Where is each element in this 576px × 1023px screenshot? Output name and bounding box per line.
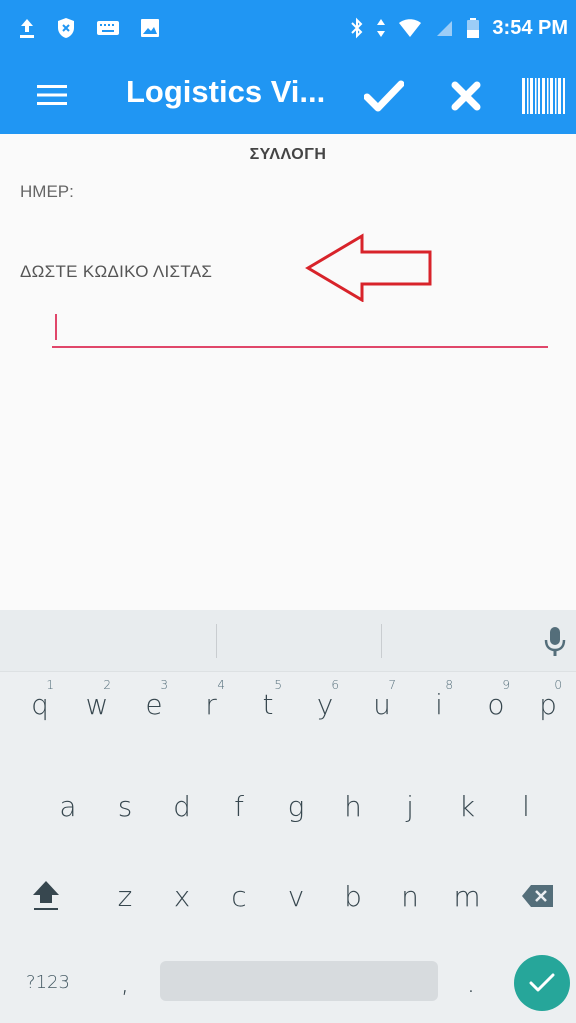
suggestion-slot[interactable] xyxy=(217,610,381,672)
space-bar[interactable] xyxy=(160,961,438,1001)
key-m[interactable]: m xyxy=(441,864,493,928)
key-g[interactable]: g xyxy=(270,774,322,838)
enter-button[interactable] xyxy=(514,955,570,1011)
input-underline xyxy=(52,346,548,348)
key-hint: 8 xyxy=(445,678,453,692)
key-v[interactable]: v xyxy=(270,864,322,928)
key-c[interactable]: c xyxy=(213,864,265,928)
key-t[interactable]: 5t xyxy=(242,672,294,736)
key-label: u xyxy=(373,687,391,721)
key-k[interactable]: k xyxy=(441,774,493,838)
key-y[interactable]: 6y xyxy=(299,672,351,736)
microphone-icon[interactable] xyxy=(542,626,568,658)
key-hint: 9 xyxy=(502,678,510,692)
backspace-key[interactable] xyxy=(512,864,564,928)
key-hint: 2 xyxy=(103,678,111,692)
key-j[interactable]: j xyxy=(384,774,436,838)
list-code-input[interactable] xyxy=(52,310,548,348)
key-label: r xyxy=(205,687,217,721)
suggestion-slot[interactable] xyxy=(382,610,532,672)
key-z[interactable]: z xyxy=(99,864,151,928)
key-e[interactable]: 3e xyxy=(128,672,180,736)
key-hint: 4 xyxy=(217,678,225,692)
key-o[interactable]: 9o xyxy=(470,672,522,736)
shift-key[interactable] xyxy=(20,864,72,928)
key-f[interactable]: f xyxy=(213,774,265,838)
annotation-arrow-icon xyxy=(305,233,432,302)
key-h[interactable]: h xyxy=(327,774,379,838)
form-area: ΣΥΛΛΟΓΗ ΗΜΕΡ: ΔΩΣΤΕ ΚΩΔΙΚΟ ΛΙΣΤΑΣ xyxy=(0,134,576,610)
key-label: e xyxy=(145,687,163,721)
shield-icon xyxy=(56,17,76,39)
no-sim-icon xyxy=(434,18,454,38)
key-hint: 6 xyxy=(331,678,339,692)
key-b[interactable]: b xyxy=(327,864,379,928)
key-label: q xyxy=(31,687,49,721)
wifi-icon xyxy=(398,18,422,38)
key-hint: 0 xyxy=(554,678,562,692)
key-w[interactable]: 2w xyxy=(71,672,123,736)
key-l[interactable]: l xyxy=(500,774,552,838)
key-a[interactable]: a xyxy=(42,774,94,838)
menu-icon xyxy=(37,85,67,105)
barcode-icon xyxy=(522,78,565,114)
soft-keyboard: 1q 2w 3e 4r 5t 6y 7u 8i 9o 0p a s d f g … xyxy=(0,610,576,1023)
upload-icon xyxy=(18,17,36,39)
key-label: t xyxy=(262,687,274,721)
keyboard-icon xyxy=(96,19,120,37)
date-label: ΗΜΕΡ: xyxy=(20,182,74,201)
cancel-button[interactable] xyxy=(442,76,490,116)
comma-key[interactable]: , xyxy=(100,950,150,1014)
close-icon xyxy=(451,81,481,111)
period-key[interactable]: . xyxy=(446,950,496,1014)
symbols-key[interactable]: ?123 xyxy=(16,950,80,1014)
text-cursor xyxy=(55,314,57,340)
backspace-icon xyxy=(522,885,553,907)
key-label: i xyxy=(435,687,443,721)
key-label: y xyxy=(316,687,334,721)
check-icon xyxy=(364,80,404,112)
list-code-label: ΔΩΣΤΕ ΚΩΔΙΚΟ ΛΙΣΤΑΣ xyxy=(20,262,213,281)
list-code-field[interactable] xyxy=(52,310,548,348)
key-label: o xyxy=(487,687,505,721)
key-hint: 5 xyxy=(274,678,282,692)
status-time: 3:54 PM xyxy=(492,16,568,39)
key-hint: 1 xyxy=(46,678,54,692)
app-toolbar: Logistics Vi... xyxy=(0,56,576,134)
bluetooth-icon xyxy=(350,17,364,39)
status-bar: 3:54 PM xyxy=(0,0,576,56)
image-icon xyxy=(140,18,160,38)
key-p[interactable]: 0p xyxy=(522,672,574,736)
check-icon xyxy=(529,973,555,992)
barcode-scan-button[interactable] xyxy=(520,78,566,114)
key-label: p xyxy=(539,687,557,721)
key-label: w xyxy=(85,687,109,721)
key-x[interactable]: x xyxy=(156,864,208,928)
key-n[interactable]: n xyxy=(384,864,436,928)
key-i[interactable]: 8i xyxy=(413,672,465,736)
key-hint: 3 xyxy=(160,678,168,692)
key-r[interactable]: 4r xyxy=(185,672,237,736)
shift-icon xyxy=(33,881,59,910)
key-u[interactable]: 7u xyxy=(356,672,408,736)
app-title: Logistics Vi... xyxy=(126,74,326,109)
key-s[interactable]: s xyxy=(99,774,151,838)
confirm-button[interactable] xyxy=(360,76,408,116)
battery-icon xyxy=(466,17,480,39)
menu-button[interactable] xyxy=(30,78,74,112)
data-arrows-icon xyxy=(376,17,386,39)
key-d[interactable]: d xyxy=(156,774,208,838)
suggestion-bar xyxy=(0,610,576,672)
section-title: ΣΥΛΛΟΓΗ xyxy=(249,146,327,163)
key-q[interactable]: 1q xyxy=(14,672,66,736)
key-hint: 7 xyxy=(388,678,396,692)
suggestion-slot[interactable] xyxy=(0,610,216,672)
